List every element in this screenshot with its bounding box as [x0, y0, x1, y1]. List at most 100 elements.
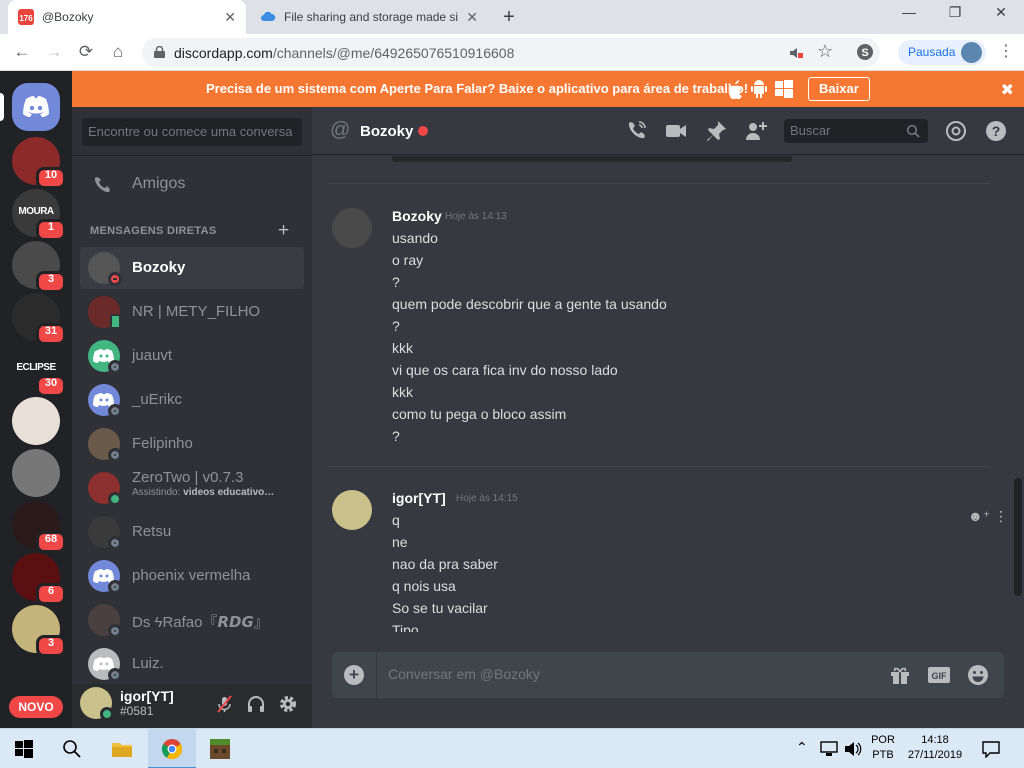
new-tab-icon[interactable]: + — [498, 6, 520, 29]
dm-item-8[interactable]: Ds ϟRafao『𝙍𝘿𝙂』 — [80, 599, 304, 641]
tab-title: File sharing and storage made si — [284, 10, 459, 24]
bookmark-star-icon[interactable]: ☆ — [817, 41, 833, 62]
message-author[interactable]: Bozoky — [392, 208, 442, 224]
tab-file-sharing[interactable]: File sharing and storage made si ✕ — [250, 0, 488, 34]
dm-item-0[interactable]: Bozoky — [80, 247, 304, 289]
download-button[interactable]: Baixar — [808, 77, 870, 101]
clock-date: 27/11/2019 — [907, 749, 963, 761]
server-rail: 10 MOURA 1 3 31 ECLIPSE 30 68 6 3 NOVO — [0, 71, 72, 728]
mention-badge: 3 — [36, 635, 66, 657]
emoji-icon[interactable] — [966, 663, 990, 687]
username: igor[YT] — [120, 688, 174, 704]
profile-label: Pausada — [908, 45, 956, 59]
restore-icon[interactable]: ❐ — [940, 4, 970, 21]
address-bar[interactable]: discordapp.com/channels/@me/649265076510… — [142, 38, 880, 67]
pinned-messages-icon[interactable] — [704, 119, 728, 143]
close-tab-icon[interactable]: ✕ — [466, 9, 478, 26]
chrome-menu-icon[interactable]: ⋮ — [994, 40, 1018, 64]
chrome-taskbar-button[interactable] — [148, 729, 196, 768]
server-icon-5[interactable] — [12, 397, 60, 445]
message-line: kkk — [392, 340, 413, 356]
message-composer[interactable]: + Conversar em @Bozoky GIF — [332, 652, 1004, 698]
discord-home-button[interactable] — [12, 83, 60, 131]
message-author-avatar[interactable] — [332, 490, 372, 530]
url-host: discordapp.com — [174, 45, 273, 61]
close-banner-icon[interactable]: ✖ — [1001, 80, 1014, 100]
message-actions: ☻⁺ ⋮ — [968, 508, 1008, 525]
help-icon[interactable]: ? — [984, 119, 1008, 143]
server-icon-6[interactable] — [12, 449, 60, 497]
settings-gear-icon[interactable] — [278, 694, 298, 714]
notifications-icon[interactable] — [982, 740, 1000, 758]
add-friend-icon[interactable] — [744, 119, 768, 143]
chat-header: @ Bozoky Buscar ? — [312, 107, 1024, 155]
message-line: q nois usa — [392, 578, 456, 594]
volume-icon[interactable] — [844, 741, 862, 757]
dm-item-7[interactable]: phoenix vermelha — [80, 555, 304, 597]
server-icon-label: MOURA — [18, 206, 54, 217]
tab-discord[interactable]: 176 @Bozoky ✕ — [8, 0, 246, 34]
dm-item-9[interactable]: Luiz. — [80, 643, 304, 684]
android-icon[interactable] — [750, 79, 768, 99]
profile-button[interactable]: Pausada — [898, 40, 986, 65]
dm-item-6[interactable]: Retsu — [80, 511, 304, 553]
dnd-status-icon — [108, 272, 122, 286]
dm-item-2[interactable]: juauvt — [80, 335, 304, 377]
apple-icon[interactable] — [726, 79, 744, 99]
dm-item-4[interactable]: Felipinho — [80, 423, 304, 465]
gif-icon[interactable]: GIF — [927, 663, 951, 687]
close-window-icon[interactable]: ✕ — [986, 4, 1016, 21]
find-conversation-input[interactable]: Encontre ou comece uma conversa — [82, 118, 302, 146]
language-indicator[interactable]: POR PTB — [868, 734, 898, 761]
new-badge[interactable]: NOVO — [9, 696, 63, 718]
clock[interactable]: 14:18 27/11/2019 — [900, 734, 970, 761]
scrollbar-thumb[interactable] — [1014, 478, 1022, 596]
windows-icon[interactable] — [774, 79, 794, 99]
back-arrow-icon[interactable]: ← — [10, 40, 34, 64]
gift-icon[interactable] — [888, 663, 912, 687]
composer-divider — [376, 652, 377, 698]
tab-title: @Bozoky — [42, 10, 94, 24]
message-line: ? — [392, 318, 400, 334]
dm-item-3[interactable]: _uErikc — [80, 379, 304, 421]
minimize-icon[interactable]: — — [894, 4, 924, 20]
offline-status-icon — [108, 536, 122, 550]
chat-search-input[interactable]: Buscar — [784, 119, 928, 143]
dm-activity: Assistindo: videos educativo… — [132, 487, 274, 498]
skype-extension-icon[interactable]: S — [856, 43, 874, 61]
offline-status-icon — [108, 404, 122, 418]
messages-scroller[interactable]: Bozoky Hoje às 14:13 usando o ray? quem pode… — [312, 156, 1024, 632]
friends-button[interactable]: Amigos — [80, 169, 304, 201]
close-tab-icon[interactable]: ✕ — [224, 9, 236, 26]
add-reaction-icon[interactable]: ☻⁺ — [968, 508, 990, 524]
taskbar-search-icon[interactable] — [60, 737, 84, 761]
mention-badge: 68 — [36, 531, 66, 553]
upload-plus-icon[interactable]: + — [344, 665, 364, 685]
message-author-avatar[interactable] — [332, 208, 372, 248]
reload-icon[interactable]: ⟳ — [74, 40, 98, 64]
video-call-icon[interactable] — [664, 119, 688, 143]
voice-call-icon[interactable] — [624, 119, 648, 143]
home-icon[interactable]: ⌂ — [106, 40, 130, 64]
dm-name: phoenix vermelha — [132, 567, 251, 584]
windows-start-icon[interactable] — [12, 737, 36, 761]
more-options-icon[interactable]: ⋮ — [994, 508, 1008, 524]
mute-mic-icon[interactable] — [214, 694, 234, 714]
minecraft-icon[interactable] — [208, 737, 232, 761]
message-line: So se tu vacilar — [392, 600, 488, 616]
headphones-icon[interactable] — [246, 694, 266, 714]
sound-blocked-icon[interactable] — [788, 45, 804, 61]
create-dm-plus-icon[interactable]: + — [278, 220, 289, 242]
dm-item-1[interactable]: NR | METY_FILHO — [80, 291, 304, 333]
clock-time: 14:18 — [921, 734, 949, 746]
file-explorer-icon[interactable] — [110, 737, 134, 761]
dm-item-5[interactable]: ZeroTwo | v0.7.3 Assistindo: videos educa… — [80, 467, 304, 509]
dm-name: Luiz. — [132, 655, 164, 672]
mention-badge: 6 — [36, 583, 66, 605]
tray-expand-icon[interactable]: ⌃ — [796, 739, 808, 756]
message-line: q — [392, 512, 400, 528]
network-icon[interactable] — [820, 741, 838, 757]
message-author[interactable]: igor[YT] — [392, 490, 446, 506]
mentions-icon[interactable] — [944, 119, 968, 143]
forward-arrow-icon[interactable]: → — [42, 40, 66, 64]
